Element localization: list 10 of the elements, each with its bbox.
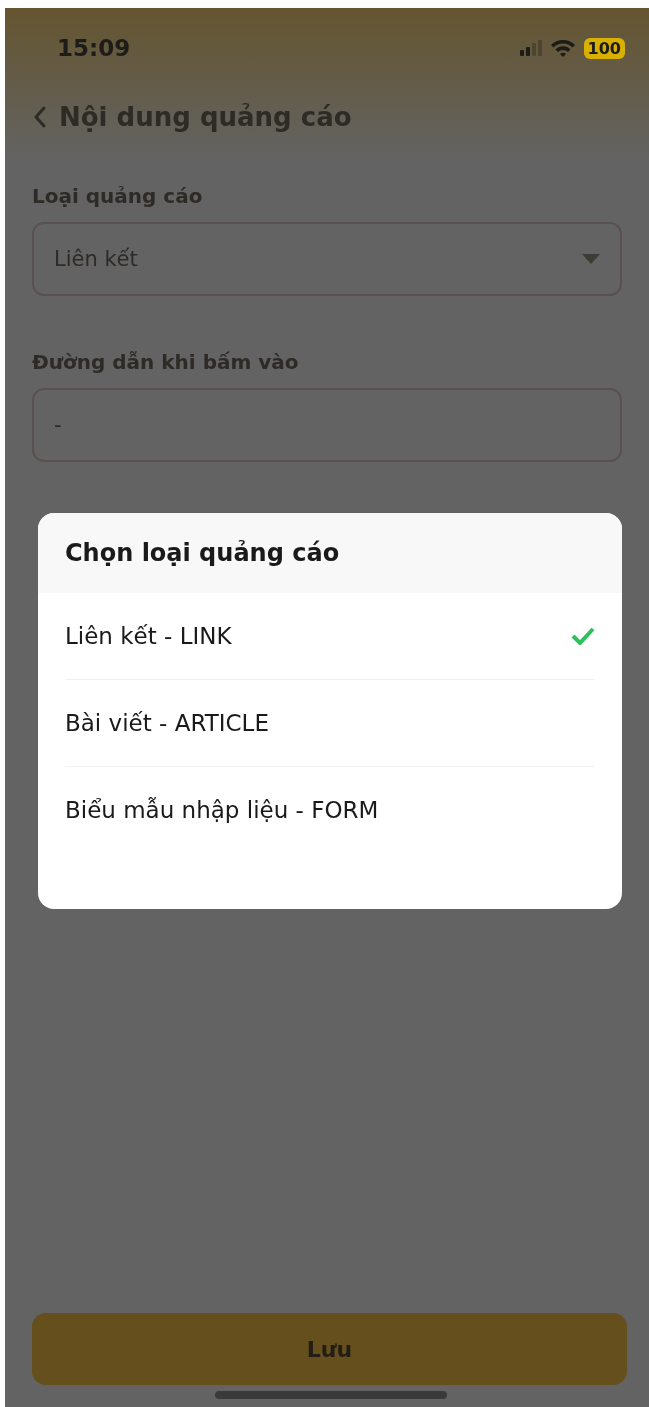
signal-icon (519, 40, 542, 56)
field-label: Loại quảng cáo (32, 184, 204, 208)
dialog-title: Chọn loại quảng cáo (38, 513, 622, 593)
back-icon[interactable] (33, 106, 47, 128)
field-label: Đường dẫn khi bấm vào (32, 350, 300, 374)
dropdown-caret-icon (582, 254, 600, 264)
status-time: 15:09 (57, 35, 132, 61)
battery-indicator: 100 (583, 37, 625, 59)
wifi-icon (549, 38, 576, 58)
link-input-field[interactable]: - (32, 388, 622, 462)
